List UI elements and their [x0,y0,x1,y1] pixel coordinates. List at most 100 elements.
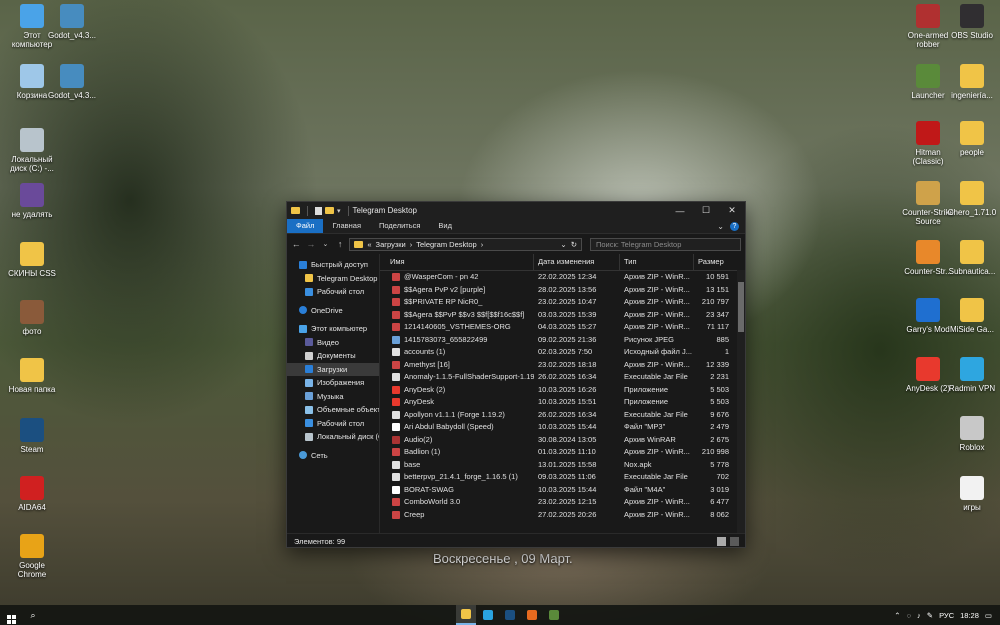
desktop-icon-label: не удалять [11,210,53,219]
file-row[interactable]: @WasperCom - pn 42 22.02.2025 12:34 Архив … [380,271,745,284]
nav-3d-objects[interactable]: Объемные объекты [287,403,379,417]
details-view-icon[interactable] [717,536,726,546]
desktop-shortcut-right-5[interactable]: people [944,121,1000,157]
desktop-shortcut-right-1[interactable]: OBS Studio [944,4,1000,40]
back-arrow-icon[interactable]: ← [291,239,302,249]
maximize-button[interactable]: ☐ [693,205,719,216]
file-row[interactable]: Audio(2) 30.08.2024 13:05 Архив WinRAR 2 67… [380,434,745,447]
nav-onedrive[interactable]: OneDrive [287,304,379,318]
taskbar-firefox-button[interactable] [522,605,542,625]
taskbar-minecraft-button[interactable] [544,605,564,625]
breadcrumb-telegram[interactable]: Telegram Desktop [416,240,476,249]
breadcrumb-downloads[interactable]: Загрузки [376,240,406,249]
nav-telegram-desktop[interactable]: Telegram Desktop [287,272,379,286]
refresh-icon[interactable]: ↻ [571,240,577,249]
nav-local-disk[interactable]: Локальный диск (C:) [287,430,379,444]
file-row[interactable]: Ari Abdul Babydoll (Speed) 10.03.2025 15:… [380,421,745,434]
column-type[interactable]: Тип [620,254,694,270]
file-row[interactable]: ComboWorld 3.0 23.02.2025 12:15 Архив ZIP … [380,496,745,509]
desktop-shortcut-left-4[interactable]: Локальный диск (C:) -... [4,128,60,173]
file-row[interactable]: accounts (1) 02.03.2025 7:50 Исходный файл… [380,346,745,359]
file-row[interactable]: $$Agera PvP v2 [purple] 28.02.2025 13:56 А… [380,284,745,297]
expand-ribbon-icon[interactable]: ⌄ [717,222,724,231]
notifications-icon[interactable]: ▭ [985,611,992,620]
desktop-shortcut-left-5[interactable]: не удалять [4,183,60,219]
forward-arrow-icon[interactable]: → [306,239,317,249]
show-hidden-icons-icon[interactable]: ⌃ [894,611,900,620]
column-size[interactable]: Размер [694,254,733,270]
nav-this-pc[interactable]: Этот компьютер [287,322,379,336]
desktop-shortcut-right-13[interactable]: Radmin VPN [944,357,1000,393]
nav-quick-access[interactable]: Быстрый доступ [287,258,379,272]
customize-toolbar-icon[interactable]: ▾ [337,207,341,215]
address-bar[interactable]: « Загрузки › Telegram Desktop › ⌄ ↻ [349,237,582,251]
nav-pictures[interactable]: Изображения [287,376,379,390]
column-name[interactable]: Имя [380,254,534,270]
taskbar-steam-button[interactable] [500,605,520,625]
nav-music[interactable]: Музыка [287,390,379,404]
tab-home[interactable]: Главная [323,219,370,233]
network-tray-icon[interactable]: ◌ [907,611,911,620]
tab-view[interactable]: Вид [429,219,461,233]
file-row[interactable]: Apollyon v1.1.1 (Forge 1.19.2) 26.02.2025… [380,409,745,422]
clock[interactable]: 18:28 [960,611,979,620]
nav-network[interactable]: Сеть [287,449,379,463]
file-row[interactable]: Amethyst [16] 23.02.2025 18:18 Архив ZIP -… [380,359,745,372]
nav-desktop[interactable]: Рабочий стол [287,285,379,299]
pen-icon[interactable]: ✎ [927,611,933,620]
help-icon[interactable]: ? [730,221,739,231]
search-input[interactable]: Поиск: Telegram Desktop [589,237,741,251]
file-row[interactable]: Badlion (1) 01.03.2025 11:10 Архив ZIP - W… [380,446,745,459]
desktop-shortcut-left-8[interactable]: Новая папка [4,358,60,394]
start-button[interactable] [0,606,22,624]
file-row[interactable]: 1214140605_VSTHEMES-ORG 04.03.2025 15:27 А… [380,321,745,334]
properties-icon[interactable] [315,206,322,215]
file-row[interactable]: BORAT-SWAG 10.03.2025 15:44 Файл "M4A" 3 01… [380,484,745,497]
desktop-shortcut-left-9[interactable]: Steam [4,418,60,454]
vertical-scrollbar[interactable] [737,270,745,533]
desktop-shortcut-left-3[interactable]: Godot_v4.3... [44,64,100,100]
desktop-shortcut-right-14[interactable]: Roblox [944,416,1000,452]
taskbar-explorer-button[interactable] [456,605,476,625]
file-date: 27.02.2025 20:26 [538,509,597,519]
desktop-shortcut-left-1[interactable]: Godot_v4.3... [44,4,100,40]
file-row[interactable]: Creep 27.02.2025 20:26 Архив ZIP - WinR...… [380,509,745,522]
file-row[interactable]: Anomaly-1.1.5-FullShaderSupport-1.19.2 26… [380,371,745,384]
file-row[interactable]: $$PRIVATE RP NicR0_ 23.02.2025 10:47 Архив… [380,296,745,309]
large-icons-view-icon[interactable] [730,536,739,546]
up-arrow-icon[interactable]: ↑ [335,239,346,249]
desktop-shortcut-right-9[interactable]: Subnautica... [944,240,1000,276]
recent-locations-icon[interactable]: ⌄ [320,240,331,248]
file-row[interactable]: AnyDesk 10.03.2025 15:51 Приложение 5 503 [380,396,745,409]
nav-desktop-2[interactable]: Рабочий стол [287,417,379,431]
new-folder-icon[interactable] [325,207,334,214]
close-button[interactable]: ✕ [719,205,745,216]
file-row[interactable]: $$Agera $$PvP $$v3 $$f[$$f16c$$f] 03.03.2… [380,309,745,322]
tab-share[interactable]: Поделиться [370,219,429,233]
desktop-shortcut-left-6[interactable]: СКИНЫ CSS [4,242,60,278]
file-row[interactable]: base 13.01.2025 15:58 Nox.apk 5 778 [380,459,745,472]
desktop-shortcut-right-3[interactable]: ingeniería... [944,64,1000,100]
volume-icon[interactable]: ♪ [917,611,921,620]
desktop-shortcut-left-11[interactable]: Google Chrome [4,534,60,579]
taskbar-telegram-button[interactable] [478,605,498,625]
scrollbar-thumb[interactable] [738,282,744,332]
desktop-shortcut-left-7[interactable]: фото [4,300,60,336]
file-row[interactable]: AnyDesk (2) 10.03.2025 16:26 Приложение 5 5… [380,384,745,397]
column-date[interactable]: Дата изменения [534,254,620,270]
nav-video[interactable]: Видео [287,336,379,350]
nav-documents[interactable]: Документы [287,349,379,363]
file-row[interactable]: betterpvp_21.4.1_forge_1.16.5 (1) 09.03.2… [380,471,745,484]
tab-file[interactable]: Файл [287,219,324,233]
search-icon[interactable]: ⌕ [22,610,44,621]
minimize-button[interactable]: — [667,206,693,216]
file-row[interactable]: 1415783073_655822499 09.02.2025 21:36 Рису… [380,334,745,347]
language-indicator[interactable]: РУС [939,611,954,620]
desktop-shortcut-right-7[interactable]: Chero_1.71.0 [944,181,1000,217]
nav-downloads[interactable]: Загрузки [287,362,379,376]
desktop-shortcut-right-11[interactable]: MiSide Ga... [944,298,1000,334]
breadcrumb-root[interactable]: « [367,240,371,249]
address-dropdown-icon[interactable]: ⌄ [560,240,566,249]
desktop-shortcut-right-15[interactable]: игры [944,476,1000,512]
desktop-shortcut-left-10[interactable]: AIDA64 [4,476,60,512]
